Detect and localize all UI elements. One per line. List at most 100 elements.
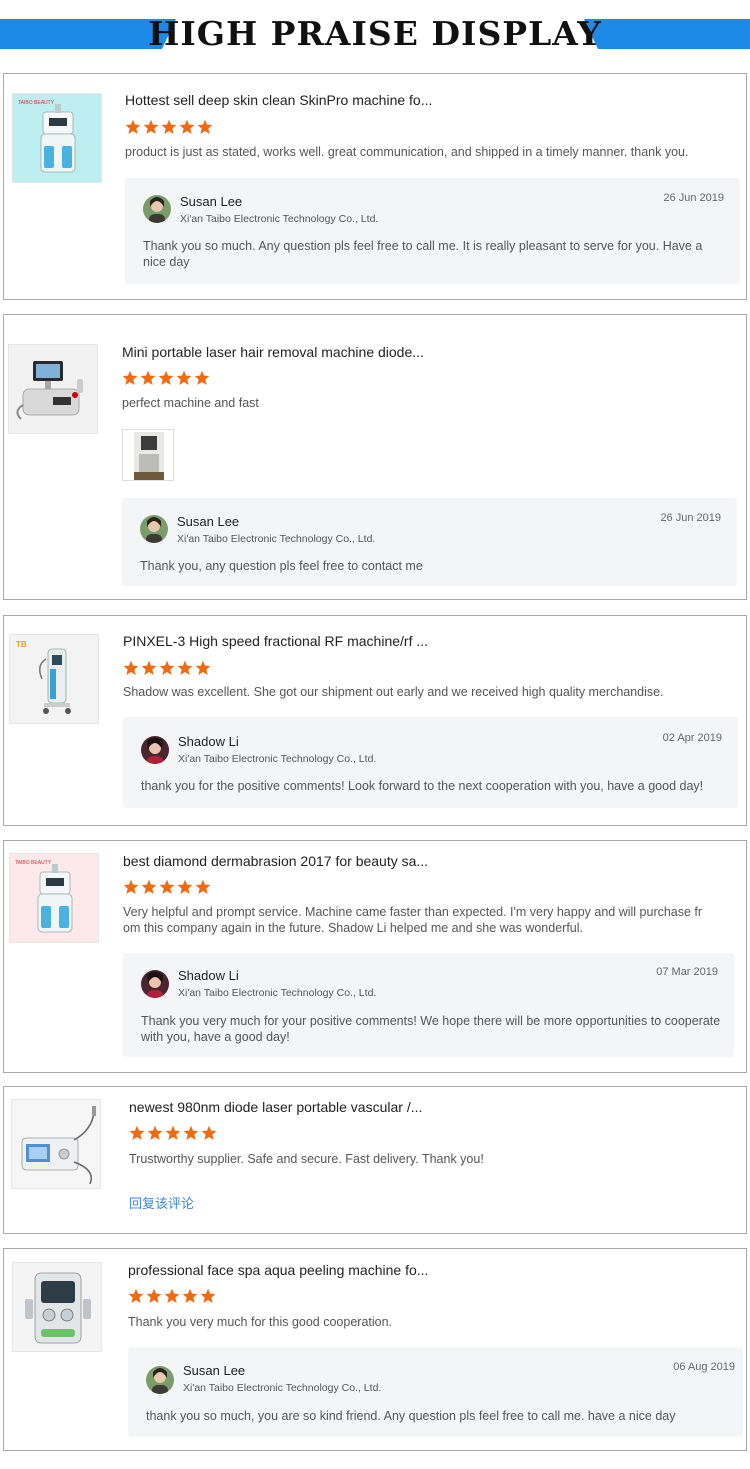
face-spa-machine-icon	[25, 1272, 91, 1344]
reply-company: Xi'an Taibo Electronic Technology Co., L…	[178, 753, 377, 765]
aqua-peel-machine-icon: TAIBO BEAUTY	[18, 100, 76, 173]
star-icon	[159, 660, 175, 675]
product-thumbnail[interactable]: TB	[9, 634, 99, 724]
review-card: TAIBO BEAUTY best diamond dermabrasion 2…	[3, 840, 747, 1073]
reply-company: Xi'an Taibo Electronic Technology Co., L…	[183, 1382, 382, 1394]
star-rating	[128, 1288, 216, 1306]
star-icon	[201, 1125, 217, 1140]
avatar-photo-icon	[141, 970, 169, 998]
product-thumbnail[interactable]	[8, 344, 98, 434]
star-icon	[141, 660, 157, 675]
star-icon	[159, 879, 175, 894]
laser-device-icon	[16, 361, 83, 420]
star-icon	[179, 119, 195, 134]
product-title[interactable]: newest 980nm diode laser portable vascul…	[129, 1099, 422, 1115]
star-icon	[129, 1125, 145, 1140]
review-text: Trustworthy supplier. Safe and secure. F…	[129, 1152, 484, 1166]
star-icon	[161, 119, 177, 134]
product-title[interactable]: professional face spa aqua peeling machi…	[128, 1262, 428, 1278]
star-icon	[128, 1288, 144, 1303]
seller-reply: Susan Lee Xi'an Taibo Electronic Technol…	[125, 178, 740, 284]
aqua-peel-machine-icon: TAIBO BEAUTY	[15, 860, 73, 933]
product-thumbnail[interactable]	[11, 1099, 101, 1189]
avatar-photo-icon	[140, 515, 168, 543]
reply-company: Xi'an Taibo Electronic Technology Co., L…	[180, 213, 379, 225]
star-icon	[183, 1125, 199, 1140]
star-icon	[125, 119, 141, 134]
avatar-photo-icon	[143, 195, 171, 223]
seller-reply: Shadow Li Xi'an Taibo Electronic Technol…	[123, 717, 738, 808]
reply-date: 07 Mar 2019	[656, 966, 718, 978]
star-icon	[122, 370, 138, 385]
product-thumbnail[interactable]	[12, 1262, 102, 1352]
avatar-photo-icon	[146, 1366, 174, 1394]
star-rating	[129, 1125, 217, 1143]
reply-text: Thank you so much. Any question pls feel…	[143, 239, 703, 269]
star-rating	[122, 370, 210, 388]
svg-text:TAIBO BEAUTY: TAIBO BEAUTY	[18, 100, 55, 106]
reply-text: Thank you, any question pls feel free to…	[140, 559, 423, 573]
star-icon	[123, 660, 139, 675]
star-icon	[176, 370, 192, 385]
star-icon	[195, 660, 211, 675]
reply-author-name: Susan Lee	[180, 194, 243, 209]
review-text: product is just as stated, works well. g…	[125, 145, 689, 159]
star-icon	[146, 1288, 162, 1303]
svg-text:TAIBO BEAUTY: TAIBO BEAUTY	[15, 860, 52, 866]
reply-date: 06 Aug 2019	[673, 1361, 735, 1373]
reply-text: Thank you very much for your positive co…	[141, 1014, 721, 1044]
star-icon	[197, 119, 213, 134]
star-rating	[125, 119, 213, 137]
customer-photo-icon	[134, 432, 164, 480]
reply-text: thank you for the positive comments! Loo…	[141, 779, 704, 793]
review-card: Mini portable laser hair removal machine…	[3, 314, 747, 600]
product-title[interactable]: PINXEL-3 High speed fractional RF machin…	[123, 633, 428, 649]
product-title[interactable]: Hottest sell deep skin clean SkinPro mac…	[125, 92, 432, 108]
avatar	[141, 970, 169, 998]
product-title[interactable]: Mini portable laser hair removal machine…	[122, 344, 424, 360]
star-icon	[164, 1288, 180, 1303]
diode-laser-icon	[21, 1106, 96, 1185]
review-card: newest 980nm diode laser portable vascul…	[3, 1086, 747, 1234]
product-title[interactable]: best diamond dermabrasion 2017 for beaut…	[123, 853, 428, 869]
seller-reply: Susan Lee Xi'an Taibo Electronic Technol…	[128, 1347, 743, 1437]
star-rating	[123, 879, 211, 897]
reply-author-name: Shadow Li	[178, 734, 239, 749]
product-thumbnail[interactable]: TAIBO BEAUTY	[12, 93, 102, 183]
reply-comment-link[interactable]: 回复该评论	[129, 1193, 194, 1212]
review-photo[interactable]	[122, 429, 174, 481]
product-thumbnail[interactable]: TAIBO BEAUTY	[9, 853, 99, 943]
star-icon	[182, 1288, 198, 1303]
page-title: HIGH PRAISE DISPLAY	[148, 14, 602, 53]
star-icon	[165, 1125, 181, 1140]
review-card: professional face spa aqua peeling machi…	[3, 1248, 747, 1451]
star-icon	[143, 119, 159, 134]
review-text: Shadow was excellent. She got our shipme…	[123, 685, 664, 699]
review-text: Thank you very much for this good cooper…	[128, 1315, 393, 1329]
star-icon	[200, 1288, 216, 1303]
review-text: perfect machine and fast	[122, 396, 259, 410]
avatar	[140, 515, 168, 543]
seller-reply: Shadow Li Xi'an Taibo Electronic Technol…	[123, 953, 734, 1057]
seller-reply: Susan Lee Xi'an Taibo Electronic Technol…	[122, 498, 737, 586]
avatar-photo-icon	[141, 736, 169, 764]
star-icon	[141, 879, 157, 894]
rf-tower-machine-icon: TB	[16, 640, 71, 714]
reply-author-name: Shadow Li	[178, 968, 239, 983]
star-icon	[194, 370, 210, 385]
reply-text: thank you so much, you are so kind frien…	[146, 1409, 676, 1423]
avatar	[143, 195, 171, 223]
star-rating	[123, 660, 211, 678]
star-icon	[195, 879, 211, 894]
review-card: TAIBO BEAUTY Hottest sell deep skin clea…	[3, 73, 747, 300]
reply-date: 02 Apr 2019	[662, 732, 722, 744]
avatar	[141, 736, 169, 764]
review-card: TB PINXEL-3 High speed fractional RF mac…	[3, 615, 747, 826]
star-icon	[140, 370, 156, 385]
reply-company: Xi'an Taibo Electronic Technology Co., L…	[178, 987, 377, 999]
star-icon	[158, 370, 174, 385]
reply-author-name: Susan Lee	[183, 1363, 246, 1378]
star-icon	[177, 660, 193, 675]
page-header: HIGH PRAISE DISPLAY	[0, 0, 750, 72]
star-icon	[147, 1125, 163, 1140]
